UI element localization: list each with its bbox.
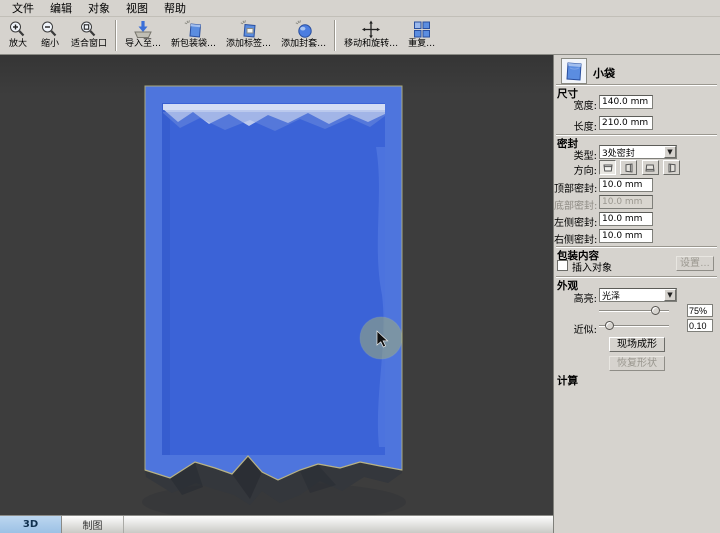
fit-window-button[interactable]: 适合窗口 [66,18,112,53]
new-bag-button[interactable]: 新包装袋… [166,18,221,53]
brush-cursor [359,316,403,360]
menu-file[interactable]: 文件 [4,0,42,17]
view-tab-bar: 3D 制图 [0,515,553,533]
separator [556,84,717,86]
toolbar-button-label: 添加标签… [226,39,272,49]
seal-direction-3-button[interactable] [641,160,659,175]
bag-3d-render [142,85,406,515]
add-closure-button[interactable]: 添加封套… [276,18,331,53]
zoom-out-button[interactable]: 缩小 [34,18,66,53]
add-label-icon [238,20,260,39]
seal-direction-group [599,160,681,176]
import-icon [132,20,154,39]
bottom-seal-label: 底部密封: [554,201,598,212]
toolbar-button-label: 移动和旋转… [344,39,399,49]
viewport-3d[interactable] [0,55,553,515]
separator [556,276,717,278]
settings-button: 设置… [676,256,714,271]
zoom-in-button[interactable]: 放大 [2,18,34,53]
seal-direction-label: 方向: [573,166,597,177]
move-rotate-icon [360,20,382,39]
new-bag-icon [183,20,205,39]
approx-label: 近似: [573,325,597,336]
chevron-down-icon[interactable]: ▼ [664,146,676,158]
seal-type-label: 类型: [573,151,597,162]
right-seal-label: 右侧密封: [554,235,598,246]
left-seal-label: 左侧密封: [554,218,598,229]
properties-panel: 小袋 尺寸 宽度: 长度: 密封 类型: 3处密封 ▼ 方向: 顶部密封: 底部… [553,55,720,533]
toolbar-button-label: 缩小 [40,39,59,49]
toolbar-button-label: 添加封套… [281,39,327,49]
tab-drafting[interactable]: 制图 [62,516,124,533]
menu-bar: 文件 编辑 对象 视图 帮助 [0,0,720,17]
add-closure-icon [293,20,315,39]
length-label: 长度: [573,122,597,133]
toolbar-group-zoom: 放大 缩小 适合窗口 [2,18,112,53]
seal-type-dropdown[interactable]: 3处密封 ▼ [599,145,677,159]
chevron-down-icon[interactable]: ▼ [664,289,676,301]
slider-thumb[interactable] [605,321,614,330]
panel-title: 小袋 [593,67,615,80]
width-input[interactable] [599,95,653,109]
restore-shape-button: 恢复形状 [609,356,665,371]
toolbar-button-label: 重复… [408,39,436,49]
top-seal-label: 顶部密封: [554,184,598,195]
repeat-button[interactable]: 重复… [403,18,440,53]
seal-direction-2-button[interactable] [620,160,638,175]
compute-section-title: 计算 [557,375,578,387]
toolbar-group-transform: 移动和旋转… 重复… [339,18,440,53]
gloss-slider[interactable] [599,305,669,317]
move-rotate-button[interactable]: 移动和旋转… [339,18,403,53]
toolbar: 放大 缩小 适合窗口 导入至… 新包装袋… 添加标签… 添加封套… 移动和旋转…… [0,17,720,55]
highlight-dropdown[interactable]: 光泽 ▼ [599,288,677,302]
toolbar-separator [334,20,337,51]
zoom-out-icon [39,20,61,39]
slider-thumb[interactable] [651,306,660,315]
bottom-seal-input [599,195,653,209]
insert-object-label: 插入对象 [572,263,612,274]
left-seal-input[interactable] [599,212,653,226]
right-seal-input[interactable] [599,229,653,243]
tab-3d[interactable]: 3D [0,516,62,533]
repeat-icon [411,20,433,39]
gloss-percent-input[interactable] [687,304,713,317]
top-seal-input[interactable] [599,178,653,192]
fit-window-icon [78,20,100,39]
approx-slider[interactable] [599,320,669,332]
seal-direction-4-button[interactable] [663,160,681,175]
highlight-value: 光泽 [602,291,621,302]
toolbar-button-label: 新包装袋… [171,39,217,49]
width-label: 宽度: [573,101,597,112]
add-label-button[interactable]: 添加标签… [221,18,276,53]
approx-value-input[interactable] [687,319,713,332]
import-to-button[interactable]: 导入至… [120,18,166,53]
menu-object[interactable]: 对象 [80,0,118,17]
length-input[interactable] [599,116,653,130]
app-window: 文件 编辑 对象 视图 帮助 放大 缩小 适合窗口 导入至… 新包装袋… 添加标… [0,0,720,533]
highlight-label: 高亮: [573,294,597,305]
bag-body [162,103,385,455]
insert-object-checkbox[interactable] [557,260,568,271]
toolbar-button-label: 放大 [8,39,27,49]
live-shape-button[interactable]: 现场成形 [609,337,665,352]
toolbar-separator [115,20,118,51]
menu-edit[interactable]: 编辑 [42,0,80,17]
pouch-thumbnail-icon [561,58,587,84]
toolbar-group-add: 导入至… 新包装袋… 添加标签… 添加封套… [120,18,331,53]
menu-help[interactable]: 帮助 [156,0,194,17]
toolbar-button-label: 导入至… [125,39,162,49]
seal-type-value: 3处密封 [602,148,635,159]
toolbar-button-label: 适合窗口 [71,39,108,49]
menu-view[interactable]: 视图 [118,0,156,17]
zoom-in-icon [7,20,29,39]
separator [556,134,717,136]
seal-direction-1-button[interactable] [599,160,616,175]
